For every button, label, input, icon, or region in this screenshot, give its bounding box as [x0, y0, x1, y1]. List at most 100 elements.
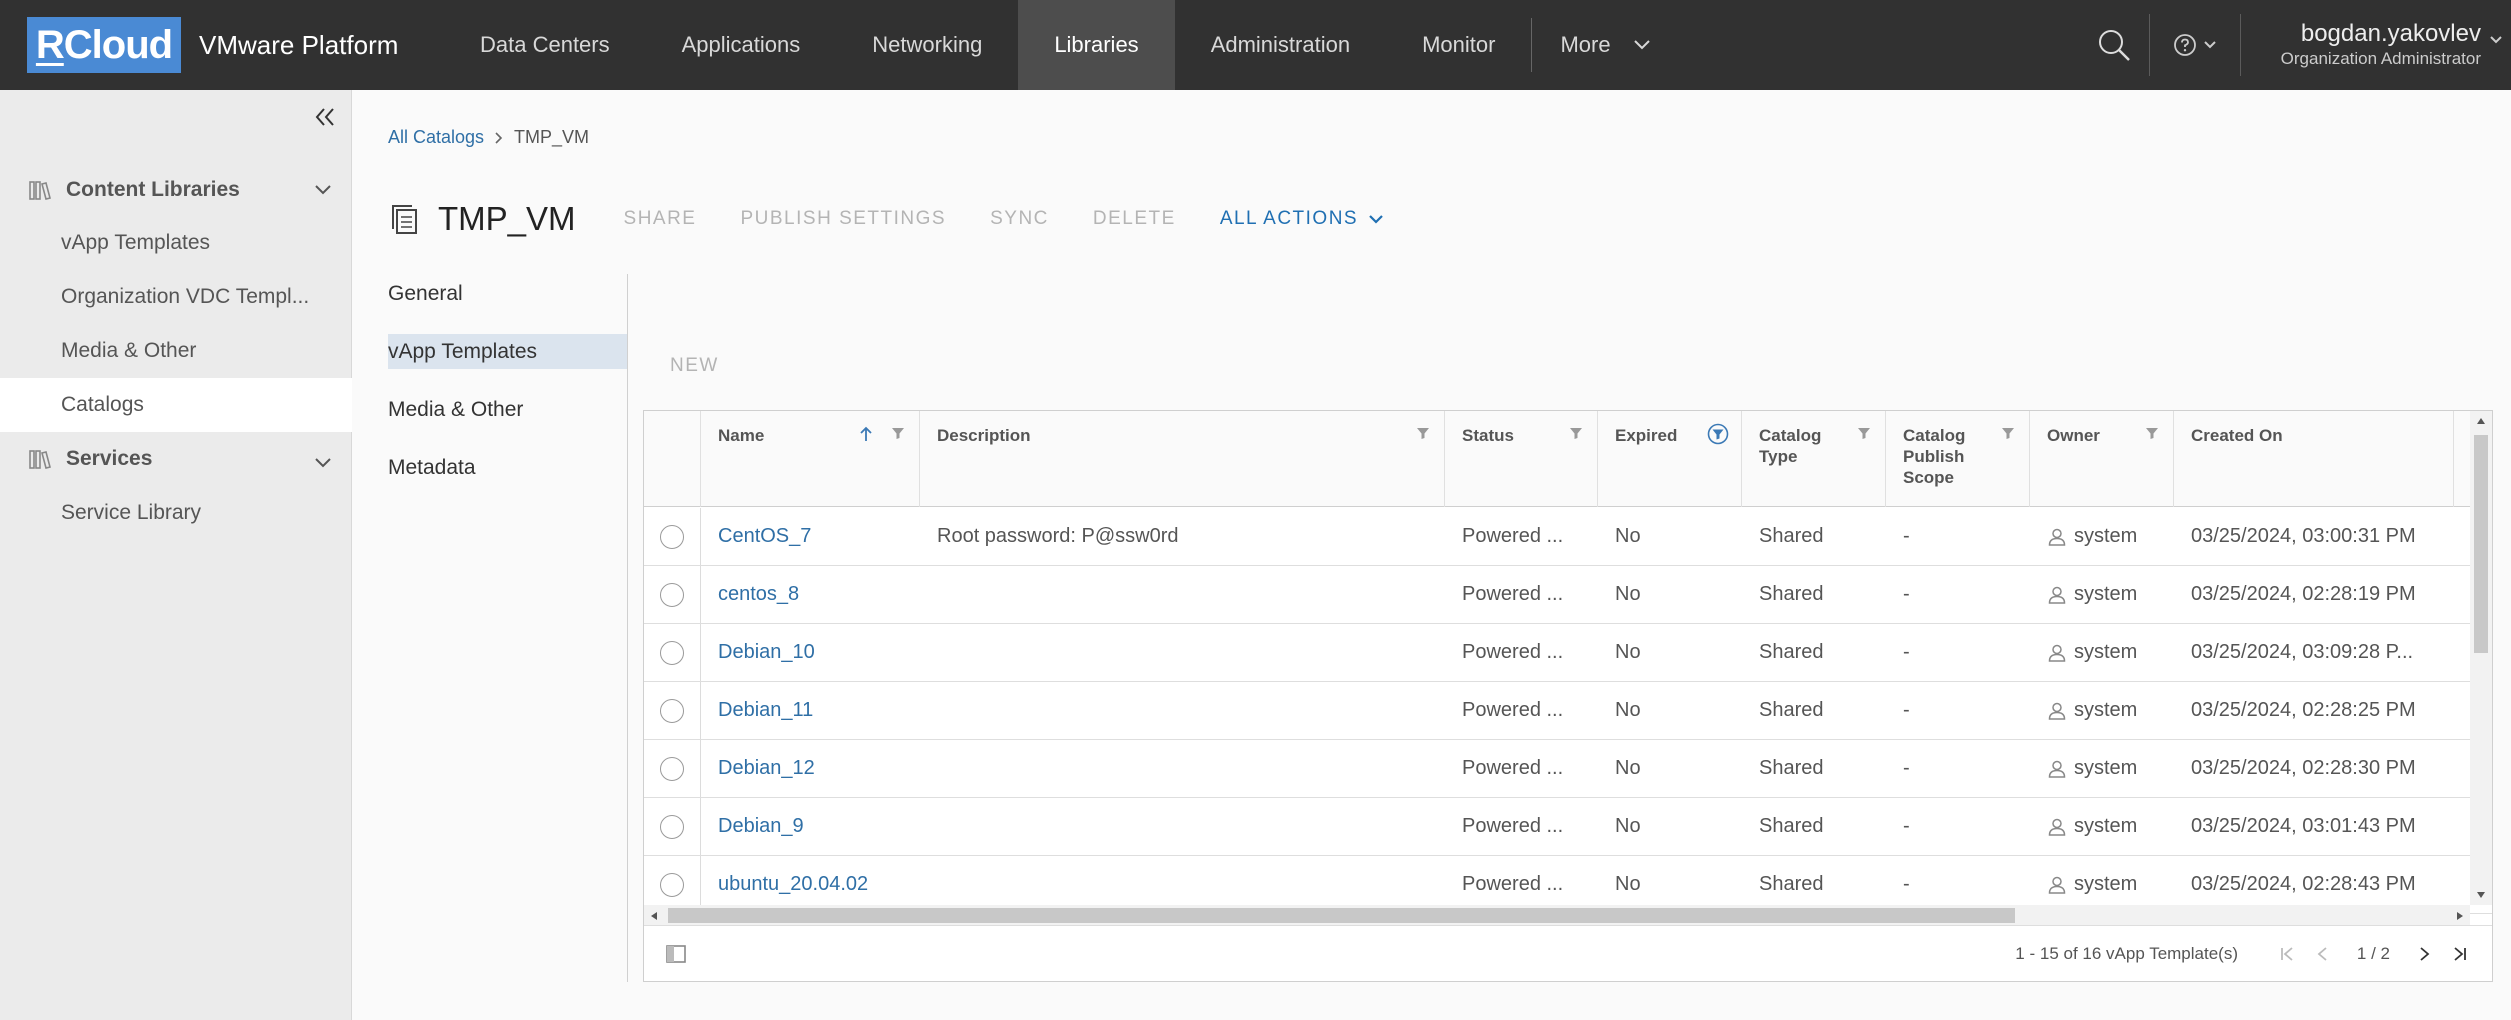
nav-data-centers[interactable]: Data Centers [444, 0, 646, 90]
cell-description [920, 740, 1445, 797]
last-page-button[interactable] [2452, 946, 2468, 962]
filter-icon[interactable] [2001, 426, 2015, 440]
filter-icon[interactable] [1416, 426, 1430, 440]
radio-button[interactable] [660, 640, 684, 665]
filter-icon[interactable] [891, 426, 905, 440]
user-icon [2048, 644, 2066, 662]
nav-monitor[interactable]: Monitor [1386, 0, 1531, 90]
row-select-radio[interactable] [644, 740, 700, 797]
cell-name[interactable]: centos_8 [701, 566, 920, 623]
nav-networking[interactable]: Networking [836, 0, 1018, 90]
breadcrumb: All Catalogs TMP_VM [388, 127, 589, 148]
column-label: Scope [1903, 468, 1955, 487]
sidebar-item-media-other[interactable]: Media & Other [0, 324, 352, 378]
brand[interactable]: RCloud VMware Platform [0, 0, 444, 90]
user-menu[interactable]: bogdan.yakovlev Organization Administrat… [2241, 20, 2511, 70]
table-row[interactable]: CentOS_7 Root password: P@ssw0rd Powered .… [644, 508, 2492, 566]
breadcrumb-all-catalogs[interactable]: All Catalogs [388, 127, 484, 148]
radio-button[interactable] [660, 582, 684, 607]
column-header-owner[interactable]: Owner [2030, 411, 2174, 507]
nav-applications[interactable]: Applications [646, 0, 837, 90]
row-select-radio[interactable] [644, 798, 700, 855]
filter-icon[interactable] [1569, 426, 1583, 440]
cell-status: Powered ... [1462, 699, 1564, 721]
scroll-up-icon[interactable] [2476, 417, 2486, 425]
radio-button[interactable] [660, 756, 684, 781]
delete-button[interactable]: DELETE [1093, 208, 1176, 230]
sync-button[interactable]: SYNC [990, 208, 1049, 230]
column-header-created-on[interactable]: Created On [2174, 411, 2454, 507]
cell-name[interactable]: Debian_11 [701, 682, 920, 739]
first-page-button[interactable] [2279, 946, 2295, 962]
radio-button[interactable] [660, 814, 684, 839]
chevron-down-icon [1633, 40, 1650, 50]
column-label: Created On [2191, 426, 2283, 445]
sidebar-item-service-library[interactable]: Service Library [0, 486, 352, 540]
new-button[interactable]: NEW [670, 355, 719, 377]
horizontal-scrollbar[interactable] [644, 905, 2470, 925]
scroll-left-icon[interactable] [650, 911, 658, 921]
sidebar-item-vapp-templates[interactable]: vApp Templates [0, 216, 352, 270]
cell-name[interactable]: Debian_10 [701, 624, 920, 681]
sort-up-icon[interactable] [859, 425, 873, 443]
cell-name[interactable]: Debian_9 [701, 798, 920, 855]
sidebar-item-catalogs[interactable]: Catalogs [0, 378, 352, 432]
scroll-down-icon[interactable] [2476, 891, 2486, 899]
sidebar-item-org-vdc-templates[interactable]: Organization VDC Templ... [0, 270, 352, 324]
help-menu[interactable] [2150, 0, 2240, 90]
column-toggle-icon[interactable] [666, 944, 686, 963]
table-row[interactable]: Debian_10 Powered ... No Shared - system 03/25… [644, 624, 2492, 682]
table-row[interactable]: Debian_11 Powered ... No Shared - system 03/25… [644, 682, 2492, 740]
row-select-radio[interactable] [644, 682, 700, 739]
table-row[interactable]: Debian_12 Powered ... No Shared - system 03/25… [644, 740, 2492, 798]
row-select-radio[interactable] [644, 566, 700, 623]
vertical-scroll-thumb[interactable] [2474, 435, 2488, 653]
nav-more[interactable]: More [1532, 0, 1678, 90]
radio-button[interactable] [660, 524, 684, 549]
column-label: Publish [1903, 447, 1965, 466]
table-row[interactable]: centos_8 Powered ... No Shared - system 03/25/… [644, 566, 2492, 624]
column-header-status[interactable]: Status [1445, 411, 1598, 507]
cell-description: Root password: P@ssw0rd [937, 525, 1179, 547]
nav-administration[interactable]: Administration [1175, 0, 1386, 90]
tab-metadata[interactable]: Metadata [388, 450, 628, 485]
page-header: TMP_VM SHARE PUBLISH SETTINGS SYNC DELET… [388, 196, 1406, 242]
publish-settings-button[interactable]: PUBLISH SETTINGS [740, 208, 946, 230]
tab-media-other[interactable]: Media & Other [388, 392, 628, 427]
scroll-right-icon[interactable] [2456, 911, 2464, 921]
filter-active-icon[interactable] [1707, 423, 1729, 445]
catalog-icon [392, 205, 417, 234]
column-header-expired[interactable]: Expired [1598, 411, 1742, 507]
page-title: TMP_VM [438, 200, 576, 237]
user-icon [2048, 760, 2066, 778]
horizontal-scroll-thumb[interactable] [668, 908, 2015, 923]
row-select-radio[interactable] [644, 624, 700, 681]
search-button[interactable] [2079, 0, 2149, 90]
nav-libraries[interactable]: Libraries [1018, 0, 1175, 90]
collapse-sidebar-button[interactable] [314, 106, 336, 133]
next-page-button[interactable] [2416, 946, 2432, 962]
tab-general[interactable]: General [388, 276, 628, 311]
column-header-catalog-type[interactable]: Catalog Type [1742, 411, 1886, 507]
column-header-description[interactable]: Description [920, 411, 1445, 507]
all-actions-dropdown[interactable]: ALL ACTIONS [1220, 208, 1384, 230]
tab-vapp-templates[interactable]: vApp Templates [388, 334, 628, 369]
row-select-radio[interactable] [644, 508, 700, 565]
cell-name[interactable]: Debian_12 [701, 740, 920, 797]
column-header-name[interactable]: Name [701, 411, 920, 507]
prev-page-button[interactable] [2315, 946, 2331, 962]
owner-name: system [2074, 525, 2138, 547]
select-column-header [644, 411, 701, 507]
sidebar-group-content-libraries[interactable]: Content Libraries [0, 170, 352, 210]
column-header-publish-scope[interactable]: Catalog Publish Scope [1886, 411, 2030, 507]
share-button[interactable]: SHARE [624, 208, 697, 230]
filter-icon[interactable] [2145, 426, 2159, 440]
radio-button[interactable] [660, 698, 684, 723]
vertical-scrollbar[interactable] [2470, 411, 2492, 905]
filter-icon[interactable] [1857, 426, 1871, 440]
sidebar-group-services[interactable]: Services [0, 439, 352, 479]
page-indicator[interactable]: 1 / 2 [2357, 944, 2390, 964]
table-row[interactable]: Debian_9 Powered ... No Shared - system 03/25/… [644, 798, 2492, 856]
cell-name[interactable]: CentOS_7 [701, 508, 920, 565]
radio-button[interactable] [660, 872, 684, 897]
